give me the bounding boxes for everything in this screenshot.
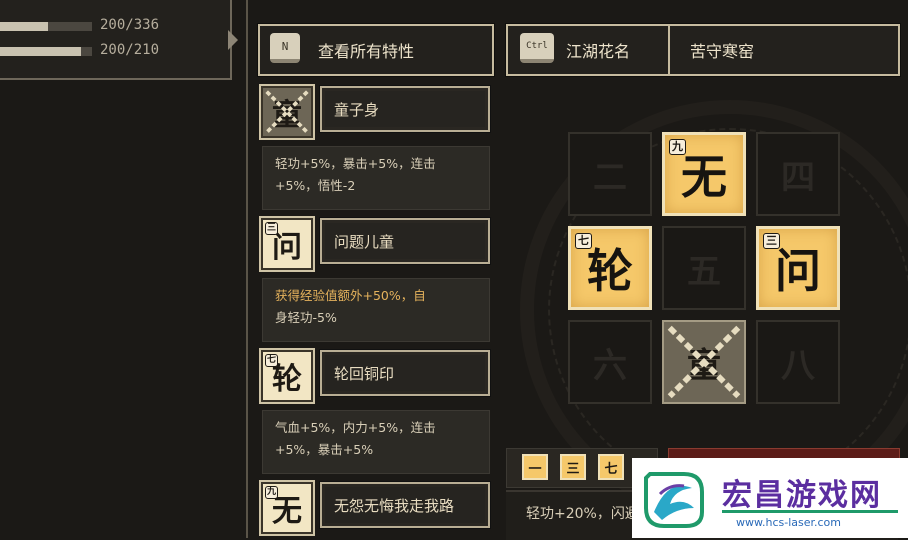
- view-all-traits-button[interactable]: N 查看所有特性: [257, 23, 495, 77]
- grid-cell-1[interactable]: 九无: [662, 132, 746, 216]
- trait-name: 无怨无悔我走我路: [334, 496, 455, 515]
- bottom-tag-2[interactable]: 七: [598, 454, 624, 480]
- key-ctrl-icon: Ctrl: [520, 33, 554, 63]
- grid-cell-badge: 七: [575, 233, 592, 249]
- bottom-tag-1[interactable]: 三: [560, 454, 586, 480]
- bottom-tag-0[interactable]: 一: [522, 454, 548, 480]
- grid-cell-glyph: 五: [687, 251, 721, 292]
- lock-chain-icon: [265, 90, 309, 134]
- trait-icon-2[interactable]: 七轮: [259, 348, 315, 404]
- trait-desc-rest: 身轻功-5%: [275, 310, 337, 325]
- grid-cell-3[interactable]: 七轮: [568, 226, 652, 310]
- stat-bar-2: [0, 47, 92, 56]
- lock-chain-icon: [667, 325, 741, 399]
- grid-cell-5[interactable]: 三问: [756, 226, 840, 310]
- trait-desc: 气血+5%，内力+5%，连击+5%，暴击+5%: [262, 410, 490, 474]
- stat-panel: [0, 0, 232, 80]
- nickname-label: 江湖花名: [566, 42, 631, 61]
- trait-desc: 获得经验值额外+50%，自 身轻功-5%: [262, 278, 490, 342]
- grid-cell-6[interactable]: 六: [568, 320, 652, 404]
- trait-name-box[interactable]: 问题儿童: [320, 218, 490, 264]
- stat-value-1: 200/336: [100, 17, 160, 33]
- grid-cell-glyph: 四: [781, 157, 815, 198]
- grid-cell-glyph: 问: [775, 244, 821, 298]
- trait-name: 问题儿童: [334, 232, 395, 251]
- trait-desc-highlight: 获得经验值额外+50%，自: [275, 288, 426, 303]
- trait-badge: 九: [265, 486, 279, 499]
- trait-icon-0[interactable]: 童: [259, 84, 315, 140]
- stat-panel-arrow-icon: [228, 30, 238, 50]
- grid-cell-badge: 三: [763, 233, 780, 249]
- trait-badge: 三: [265, 222, 279, 235]
- grid-cell-glyph: 无: [681, 150, 727, 204]
- watermark-divider: [722, 510, 898, 513]
- grid-cell-glyph: 六: [593, 345, 627, 386]
- grid-cell-badge: 九: [669, 139, 686, 155]
- nickname-button[interactable]: Ctrl 江湖花名: [508, 26, 670, 74]
- grid-cell-0[interactable]: 二: [568, 132, 652, 216]
- grid-cell-glyph: 二: [593, 157, 627, 198]
- nickname-value: 苦守寒窑: [690, 42, 755, 61]
- nickname-bar: Ctrl 江湖花名 苦守寒窑: [505, 23, 901, 77]
- watermark-logo-icon: [644, 472, 704, 528]
- key-n-icon: N: [270, 33, 300, 63]
- trait-icon-1[interactable]: 三问: [259, 216, 315, 272]
- trait-icon-3[interactable]: 九无: [259, 480, 315, 536]
- trait-name-box[interactable]: 无怨无悔我走我路: [320, 482, 490, 528]
- panel-divider: [246, 0, 248, 538]
- trait-badge: 七: [265, 354, 279, 367]
- grid-cell-glyph: 八: [781, 345, 815, 386]
- grid-cell-7[interactable]: 童: [662, 320, 746, 404]
- watermark-url: www.hcs-laser.com: [736, 516, 841, 529]
- trait-desc: 轻功+5%，暴击+5%，连击+5%，悟性-2: [262, 146, 490, 210]
- trait-name: 童子身: [334, 100, 380, 119]
- stat-bar-1: [0, 22, 92, 31]
- trait-name: 轮回铜印: [334, 364, 395, 383]
- watermark-box: 宏昌游戏网 www.hcs-laser.com: [632, 458, 908, 538]
- stat-value-2: 200/210: [100, 42, 160, 58]
- grid-cell-8[interactable]: 八: [756, 320, 840, 404]
- bottom-desc: 轻功+20%，闪避: [526, 506, 639, 522]
- view-all-traits-label: 查看所有特性: [318, 42, 415, 61]
- trait-name-box[interactable]: 轮回铜印: [320, 350, 490, 396]
- grid-cell-glyph: 轮: [587, 244, 633, 298]
- grid-cell-2[interactable]: 四: [756, 132, 840, 216]
- grid-cell-4[interactable]: 五: [662, 226, 746, 310]
- trait-name-box[interactable]: 童子身: [320, 86, 490, 132]
- watermark-title: 宏昌游戏网: [722, 478, 882, 513]
